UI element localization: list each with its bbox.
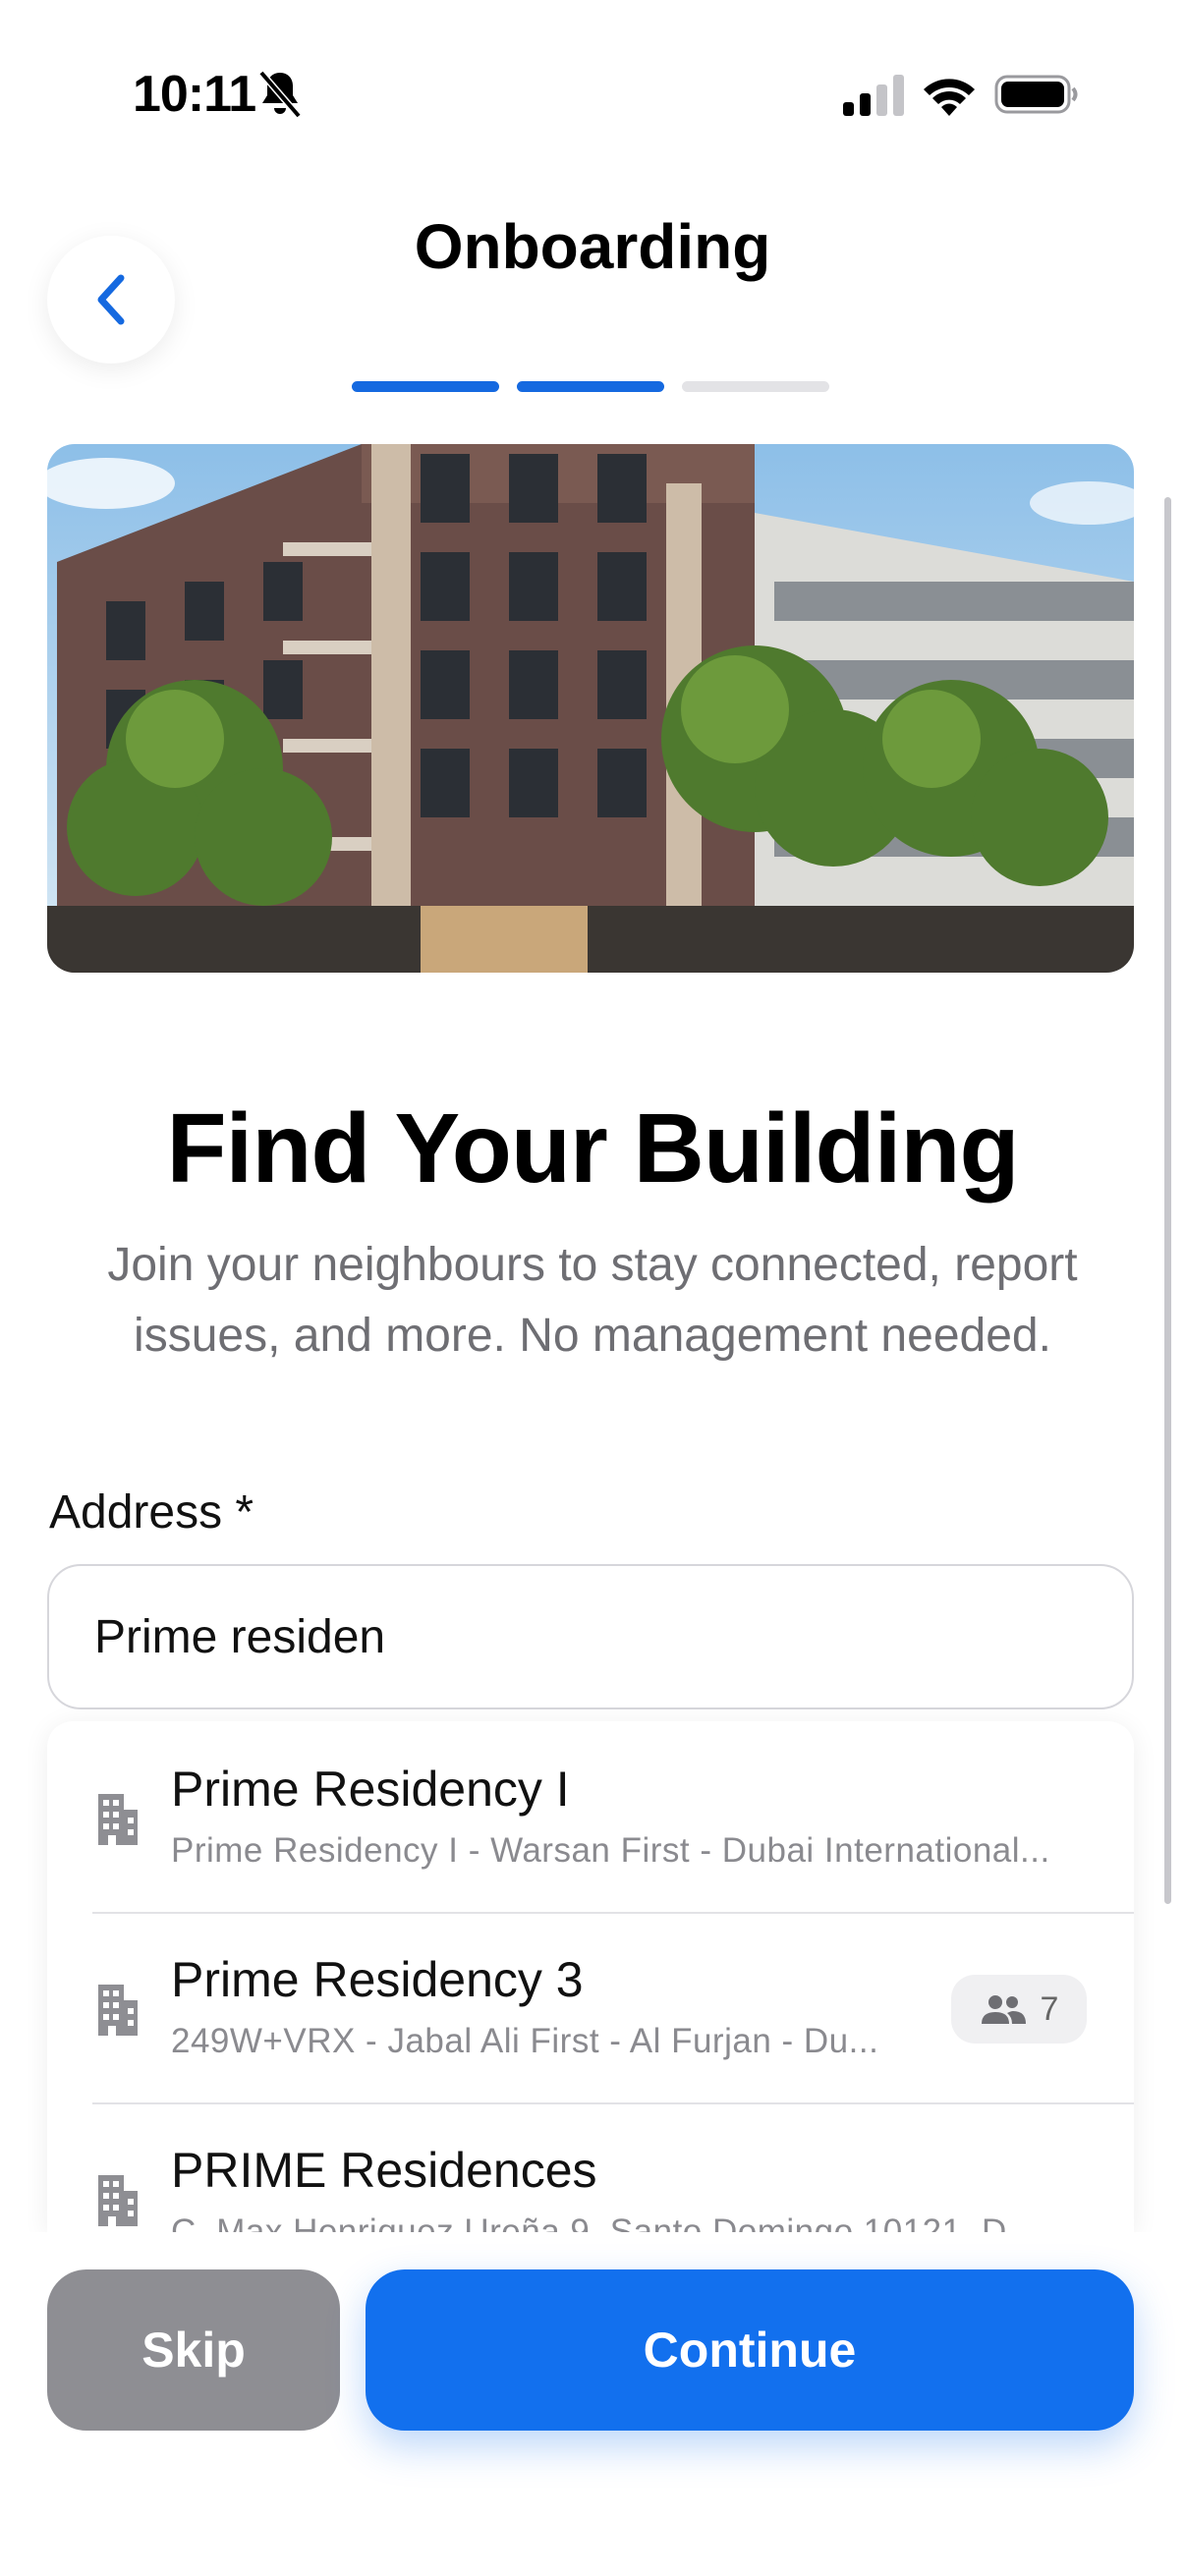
progress-step-2 [517, 381, 664, 392]
building-hero-image [47, 444, 1134, 973]
cellular-signal-icon [843, 75, 904, 116]
find-building-heading: Find Your Building [166, 1093, 1019, 1204]
bell-slash-icon [258, 70, 302, 119]
suggestion-title: Prime Residency 3 [171, 1952, 584, 2007]
suggestion-subtitle: 249W+VRX - Jabal Ali First - Al Furjan -… [171, 2022, 879, 2060]
address-label: Address * [49, 1486, 254, 1539]
suggestion-item[interactable]: Prime Residency I Prime Residency I - Wa… [47, 1721, 1134, 1912]
onboarding-progress [352, 381, 829, 392]
scrollbar[interactable] [1164, 497, 1171, 1904]
continue-button[interactable]: Continue [366, 2269, 1134, 2431]
member-count-badge: 7 [951, 1975, 1087, 2044]
suggestion-item[interactable]: PRIME Residences C. Max Henriquez Ureña … [47, 2102, 1134, 2232]
find-building-subtitle: Join your neighbours to stay connected, … [107, 1239, 1078, 1362]
people-icon [981, 1995, 1026, 2024]
suggestion-title: Prime Residency I [171, 1762, 570, 1817]
skip-button[interactable]: Skip [47, 2269, 340, 2431]
suggestion-title: PRIME Residences [171, 2143, 597, 2198]
building-icon [98, 1985, 138, 2036]
address-input[interactable]: Prime residen [47, 1564, 1134, 1709]
building-icon [98, 1794, 138, 1845]
progress-step-1 [352, 381, 499, 392]
page-title: Onboarding [414, 211, 771, 282]
progress-step-3 [682, 381, 829, 392]
status-bar: 10:11 [0, 0, 1185, 187]
status-time: 10:11 [133, 66, 256, 123]
address-suggestions: Prime Residency I Prime Residency I - Wa… [47, 1721, 1134, 2232]
suggestion-subtitle: C. Max Henriquez Ureña 9, Santo Domingo … [171, 2212, 1038, 2232]
suggestion-item[interactable]: Prime Residency 3 249W+VRX - Jabal Ali F… [47, 1912, 1134, 2102]
member-count: 7 [1040, 1989, 1059, 2028]
wifi-icon [924, 79, 975, 116]
suggestion-subtitle: Prime Residency I - Warsan First - Dubai… [171, 1831, 1050, 1870]
building-icon [98, 2175, 138, 2226]
battery-icon [994, 75, 1078, 114]
